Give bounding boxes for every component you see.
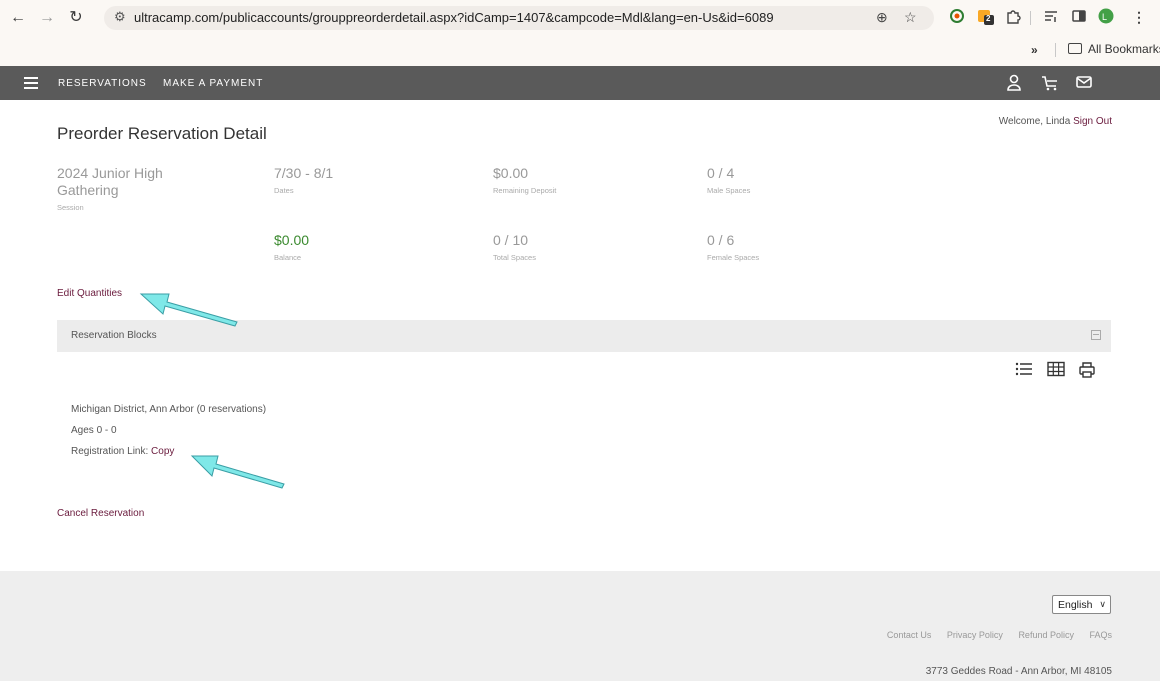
dates-label: Dates (274, 186, 294, 195)
bookmarks-bar: » All Bookmarks (0, 36, 1160, 64)
male-spaces-label: Male Spaces (707, 186, 751, 195)
bookmark-star-icon[interactable]: ☆ (904, 9, 917, 26)
total-spaces-label: Total Spaces (493, 253, 536, 262)
annotation-arrow-icon (139, 293, 238, 327)
reading-list-icon[interactable] (1042, 8, 1060, 26)
back-icon[interactable]: ← (8, 7, 28, 29)
site-footer: English ∨ Contact Us Privacy Policy Refu… (0, 571, 1160, 681)
copy-link[interactable]: Copy (151, 446, 174, 457)
dates-value: 7/30 - 8/1 (274, 165, 334, 181)
forward-icon[interactable]: → (37, 7, 57, 29)
stat-balance: $0.00 Balance (274, 232, 309, 262)
language-value: English (1058, 599, 1093, 611)
male-spaces-value: 0 / 4 (707, 165, 735, 181)
nav-reservations[interactable]: RESERVATIONS (58, 78, 147, 89)
profile-avatar[interactable]: L (1097, 8, 1115, 26)
stat-remaining-deposit: $0.00 Remaining Deposit (493, 165, 556, 195)
footer-address: 3773 Geddes Road - Ann Arbor, MI 48105 (925, 666, 1112, 677)
remaining-deposit-value: $0.00 (493, 165, 529, 181)
browser-chrome: ← → ↻ ⚙ ultracamp.com/publicaccounts/gro… (0, 0, 1160, 66)
toolbar-divider (1030, 11, 1031, 25)
annotation-arrow-icon (190, 455, 285, 489)
block-ages: Ages 0 - 0 (71, 425, 117, 436)
cancel-reservation-link[interactable]: Cancel Reservation (57, 508, 144, 519)
grid-view-icon[interactable] (1047, 361, 1067, 381)
bookmarks-divider (1055, 43, 1056, 57)
footer-link-faqs[interactable]: FAQs (1089, 630, 1112, 640)
stat-total-spaces: 0 / 10 Total Spaces (493, 232, 536, 262)
list-view-icon[interactable] (1015, 361, 1035, 381)
site-settings-icon[interactable]: ⚙ (114, 9, 126, 25)
balance-value: $0.00 (274, 232, 310, 248)
stat-session: 2024 Junior High Gathering Session (57, 165, 197, 212)
edit-quantities-link[interactable]: Edit Quantities (57, 288, 122, 299)
language-select[interactable]: English ∨ (1052, 595, 1111, 614)
stat-male-spaces: 0 / 4 Male Spaces (707, 165, 750, 195)
bookmarks-overflow-icon[interactable]: » (1031, 43, 1038, 57)
url-text[interactable]: ultracamp.com/publicaccounts/grouppreord… (134, 10, 774, 25)
mail-icon[interactable] (1075, 74, 1095, 92)
female-spaces-label: Female Spaces (707, 253, 760, 262)
extension-icon[interactable] (948, 8, 966, 26)
folder-icon (1068, 43, 1082, 54)
stat-female-spaces: 0 / 6 Female Spaces (707, 232, 759, 262)
total-spaces-value: 0 / 10 (493, 232, 529, 248)
account-icon[interactable] (1006, 74, 1026, 92)
registration-link-label: Registration Link: (71, 446, 149, 457)
footer-links: Contact Us Privacy Policy Refund Policy … (874, 630, 1112, 640)
cart-icon[interactable] (1041, 74, 1061, 92)
footer-link-contact[interactable]: Contact Us (887, 630, 932, 640)
chevron-down-icon: ∨ (1099, 599, 1106, 609)
session-label: Session (57, 203, 84, 212)
welcome-message: Welcome, Linda Sign Out (999, 116, 1112, 127)
nav-make-a-payment[interactable]: MAKE A PAYMENT (163, 78, 263, 89)
zoom-icon[interactable]: ⊕ (876, 9, 888, 26)
page-title: Preorder Reservation Detail (57, 124, 267, 143)
side-panel-icon[interactable] (1070, 8, 1088, 26)
registration-link-row: Registration Link: Copy (71, 446, 174, 457)
footer-link-privacy[interactable]: Privacy Policy (947, 630, 1003, 640)
reload-icon[interactable]: ↻ (66, 7, 86, 29)
welcome-text: Welcome, Linda (998, 116, 1071, 127)
footer-link-refund[interactable]: Refund Policy (1018, 630, 1074, 640)
print-icon[interactable] (1078, 361, 1098, 381)
extension-badge-icon[interactable]: 2 (977, 8, 995, 26)
extension-badge-count: 2 (986, 14, 991, 23)
all-bookmarks-link[interactable]: All Bookmarks (1088, 42, 1160, 56)
address-bar[interactable]: ⚙ ultracamp.com/publicaccounts/grouppreo… (104, 6, 934, 30)
balance-label: Balance (274, 253, 302, 262)
collapse-icon[interactable] (1091, 330, 1101, 340)
session-name: 2024 Junior High Gathering (57, 165, 163, 198)
profile-initial: L (1102, 12, 1108, 22)
stat-dates: 7/30 - 8/1 Dates (274, 165, 333, 195)
browser-menu-icon[interactable]: ⋮ (1130, 8, 1148, 26)
block-name: Michigan District, Ann Arbor (0 reservat… (71, 404, 267, 415)
site-navbar: RESERVATIONS MAKE A PAYMENT (0, 66, 1160, 100)
extensions-puzzle-icon[interactable] (1004, 8, 1022, 26)
reservation-blocks-title: Reservation Blocks (71, 330, 157, 341)
female-spaces-value: 0 / 6 (707, 232, 735, 248)
menu-icon[interactable] (24, 77, 38, 89)
sign-out-link[interactable]: Sign Out (1073, 116, 1112, 127)
remaining-deposit-label: Remaining Deposit (493, 186, 557, 195)
